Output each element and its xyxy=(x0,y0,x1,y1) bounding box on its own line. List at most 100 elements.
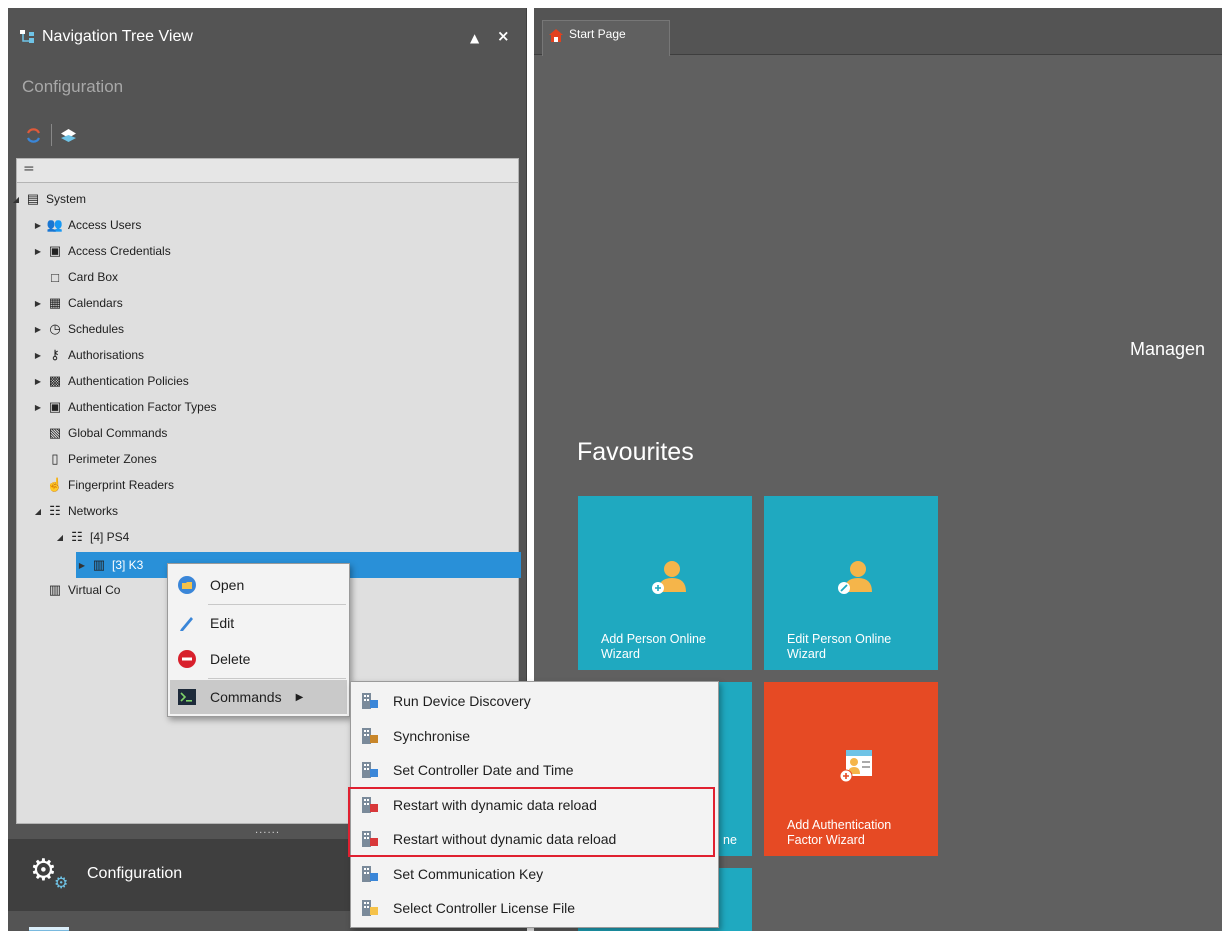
menu-item-edit[interactable]: Edit xyxy=(170,606,347,640)
delete-icon xyxy=(176,648,198,670)
controller-icon: ▥ xyxy=(92,557,106,572)
submenu-item-select-controller-license-file[interactable]: Select Controller License File xyxy=(353,891,716,925)
section-label: Configuration xyxy=(22,77,124,96)
tree-item-label: Schedules xyxy=(68,322,125,336)
terminal-icon xyxy=(176,686,198,708)
tile-label: Edit Person Online Wizard xyxy=(787,632,892,661)
tree-item-label: [4] PS4 xyxy=(90,530,130,544)
tree-item[interactable]: ☝ Fingerprint Readers xyxy=(32,472,174,498)
favourites-title: Favourites xyxy=(577,438,694,466)
home-icon xyxy=(549,27,563,42)
expand-arrow-icon[interactable]: ▶ xyxy=(32,299,44,308)
submenu-item-label: Restart with dynamic data reload xyxy=(393,796,597,813)
expand-arrow-icon[interactable]: ▶ xyxy=(32,351,44,360)
tree-item-label: Access Users xyxy=(68,218,142,232)
gear-icon: ⚙ xyxy=(30,853,57,888)
submenu-item-set-controller-date-and-time[interactable]: Set Controller Date and Time xyxy=(353,753,716,787)
open-folder-icon xyxy=(176,574,198,596)
tree-item[interactable]: ▶ ▩ Authentication Policies xyxy=(32,368,189,394)
tree-item[interactable]: ◢ ☷ [4] PS4 xyxy=(54,524,129,550)
tile-label: Add Person Online Wizard xyxy=(601,632,706,661)
layers-icon[interactable] xyxy=(60,127,77,144)
collapse-arrow-icon[interactable]: ◢ xyxy=(10,195,22,204)
edit-person-icon xyxy=(834,558,874,598)
tree-view-icon xyxy=(20,30,38,44)
submenu-item-label: Select Controller License File xyxy=(393,900,576,916)
submenu-item-synchronise[interactable]: Synchronise xyxy=(353,719,716,753)
synchronise-icon xyxy=(359,725,381,747)
tree-item-label: Networks xyxy=(68,504,119,518)
submenu-item-restart-without-dynamic-data-reload[interactable]: Restart without dynamic data reload xyxy=(353,822,716,856)
close-icon[interactable]: × xyxy=(497,27,510,45)
tree-item-label: Authentication Policies xyxy=(68,374,189,388)
menu-item-open[interactable]: Open xyxy=(170,568,347,602)
tree-item[interactable]: ▶ ▣ Access Credentials xyxy=(32,238,171,264)
collapse-arrow-icon[interactable]: ◢ xyxy=(32,507,44,516)
tab-strip: Start Page xyxy=(534,8,1222,56)
toolbar-divider xyxy=(51,124,52,146)
tree-item[interactable]: ▥ Virtual Co xyxy=(32,577,121,603)
tree-item[interactable]: ▧ Global Commands xyxy=(32,420,168,446)
tree-item-label: Access Credentials xyxy=(68,244,171,258)
policy-icon: ▩ xyxy=(48,373,62,388)
submenu-item-restart-with-dynamic-data-reload[interactable]: Restart with dynamic data reload xyxy=(353,788,716,822)
global-commands-icon: ▧ xyxy=(48,425,62,440)
submenu-item-label: Set Controller Date and Time xyxy=(393,762,574,778)
submenu-item-label: Restart without dynamic data reload xyxy=(393,831,617,847)
tab-start-page[interactable]: Start Page xyxy=(542,20,670,56)
tree-item-label: Authorisations xyxy=(68,348,145,362)
tree-item[interactable]: ▶ ⚷ Authorisations xyxy=(32,342,144,368)
credentials-icon: ▣ xyxy=(48,243,62,258)
tree-item-label: Fingerprint Readers xyxy=(68,478,175,492)
tree-item-label: [3] K3 xyxy=(112,558,144,572)
refresh-icon[interactable] xyxy=(25,127,42,144)
tree-item[interactable]: ▯ Perimeter Zones xyxy=(32,446,156,472)
tree-item-label: Card Box xyxy=(68,270,119,284)
tile-add-person-online-wizard[interactable]: Add Person Online Wizard xyxy=(578,496,752,670)
filter-icon[interactable]: = xyxy=(23,161,35,177)
fingerprint-icon: ☝ xyxy=(46,477,64,492)
tree-item[interactable]: ▶ ◷ Schedules xyxy=(32,316,124,342)
system-icon: ▤ xyxy=(26,191,40,206)
date-time-icon xyxy=(359,759,381,781)
submenu-item-run-device-discovery[interactable]: Run Device Discovery xyxy=(353,684,716,718)
menu-item-label: Edit xyxy=(210,615,235,631)
tree-item[interactable]: ◢ ☷ Networks xyxy=(32,498,118,524)
expand-arrow-icon[interactable]: ▶ xyxy=(32,403,44,412)
expand-arrow-icon[interactable]: ▶ xyxy=(76,561,88,570)
context-menu: Open Edit Delete Commands ▶ xyxy=(167,563,350,717)
commands-submenu: Run Device Discovery Synchronise Set Contr… xyxy=(350,681,719,928)
panel-title-text: Navigation Tree View xyxy=(42,28,193,45)
menu-item-label: Open xyxy=(210,577,245,593)
expand-arrow-icon[interactable]: ▶ xyxy=(32,325,44,334)
tree-filter-bar[interactable]: = xyxy=(17,159,518,183)
users-icon: 👥 xyxy=(46,217,64,232)
expand-arrow-icon[interactable]: ▶ xyxy=(32,377,44,386)
tree-item[interactable]: ◢ ▤ System xyxy=(10,186,86,212)
tab-start-page-label: Start Page xyxy=(569,27,626,41)
expand-arrow-icon[interactable]: ▶ xyxy=(32,247,44,256)
expand-arrow-icon[interactable]: ▶ xyxy=(32,221,44,230)
menu-separator xyxy=(208,604,346,605)
tile-edit-person-online-wizard[interactable]: Edit Person Online Wizard xyxy=(764,496,938,670)
menu-item-label: Commands xyxy=(210,689,282,705)
network-icon: ☷ xyxy=(71,529,83,544)
menu-item-commands[interactable]: Commands ▶ xyxy=(170,680,347,714)
tree-item-label: Virtual Co xyxy=(68,583,121,597)
calendar-icon: ▦ xyxy=(48,295,62,310)
tile-add-authentication-factor-wizard[interactable]: Add Authentication Factor Wizard xyxy=(764,682,938,856)
pin-icon[interactable]: ▲ xyxy=(470,31,479,45)
monitor-icon xyxy=(29,927,69,931)
factor-icon: ▣ xyxy=(48,399,62,414)
tree-item[interactable]: ▶ ▦ Calendars xyxy=(32,290,123,316)
tree-item[interactable]: ▶ ▣ Authentication Factor Types xyxy=(32,394,217,420)
menu-item-delete[interactable]: Delete xyxy=(170,642,347,676)
tree-item-label: Calendars xyxy=(68,296,123,310)
submenu-item-label: Synchronise xyxy=(393,727,471,744)
add-factor-icon xyxy=(834,746,874,786)
tree-item[interactable]: □ Card Box xyxy=(32,264,118,290)
collapse-arrow-icon[interactable]: ◢ xyxy=(54,533,66,542)
discovery-icon xyxy=(359,690,381,712)
tree-item[interactable]: ▶ 👥 Access Users xyxy=(32,212,141,238)
submenu-item-set-communication-key[interactable]: Set Communication Key xyxy=(353,857,716,891)
